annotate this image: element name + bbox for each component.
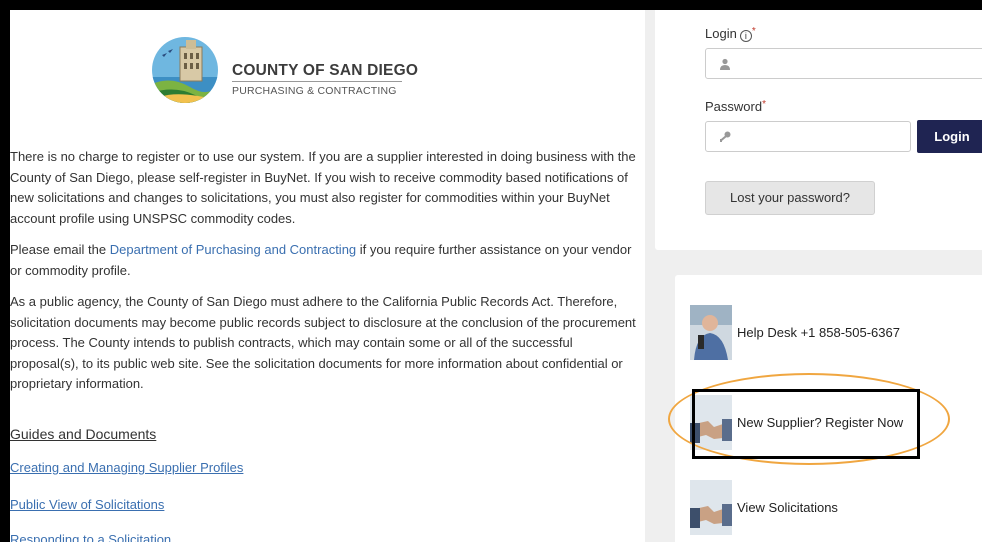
highlight-box bbox=[692, 389, 920, 459]
intro-paragraph-contact: Please email the Department of Purchasin… bbox=[10, 240, 640, 281]
county-emblem-icon bbox=[152, 37, 218, 103]
handshake-photo-icon bbox=[690, 480, 732, 535]
contact-text-before: Please email the bbox=[10, 242, 110, 257]
county-logo: COUNTY OF SAN DIEGO PURCHASING & CONTRAC… bbox=[150, 35, 440, 110]
org-department: PURCHASING & CONTRACTING bbox=[232, 85, 397, 97]
org-name: COUNTY OF SAN DIEGO bbox=[232, 62, 419, 79]
login-field-label: Login i * bbox=[705, 26, 756, 42]
info-icon[interactable]: i bbox=[739, 30, 752, 42]
key-icon bbox=[720, 131, 731, 142]
password-input[interactable] bbox=[705, 121, 911, 152]
user-icon bbox=[720, 58, 730, 70]
info-panel: COUNTY OF SAN DIEGO PURCHASING & CONTRAC… bbox=[10, 10, 645, 542]
logo-divider bbox=[232, 81, 402, 82]
guide-link-responding[interactable]: Responding to a Solicitation bbox=[10, 532, 171, 542]
login-card: Logini* Password* Login Lost your pass bbox=[655, 10, 982, 250]
purchasing-department-link[interactable]: Department of Purchasing and Contracting bbox=[110, 242, 356, 257]
help-desk-photo-icon bbox=[690, 305, 732, 360]
required-marker: * bbox=[751, 26, 756, 37]
login-button[interactable]: Login bbox=[917, 120, 982, 153]
lost-password-button[interactable]: Lost your password? bbox=[705, 181, 875, 215]
view-solicitations-link[interactable]: View Solicitations bbox=[690, 480, 970, 535]
required-marker: * bbox=[762, 99, 766, 110]
intro-paragraph-public-records: As a public agency, the County of San Di… bbox=[10, 294, 636, 391]
guide-link-supplier-profiles[interactable]: Creating and Managing Supplier Profiles bbox=[10, 460, 243, 475]
password-label-text: Password bbox=[705, 99, 763, 114]
help-desk-label: Help Desk +1 858-505-6367 bbox=[737, 325, 900, 340]
screenshot-frame: COUNTY OF SAN DIEGO PURCHASING & CONTRAC… bbox=[0, 0, 982, 542]
guides-heading: Guides and Documents bbox=[10, 426, 157, 442]
help-desk-link[interactable]: Help Desk +1 858-505-6367 bbox=[690, 305, 970, 360]
password-field-label: Password* bbox=[705, 99, 766, 114]
login-input[interactable] bbox=[705, 48, 982, 79]
view-solicitations-label: View Solicitations bbox=[737, 500, 838, 515]
intro-paragraph-registration: There is no charge to register or to use… bbox=[10, 149, 636, 226]
login-label-text: Login bbox=[705, 26, 737, 41]
guide-link-public-view[interactable]: Public View of Solicitations bbox=[10, 497, 164, 512]
